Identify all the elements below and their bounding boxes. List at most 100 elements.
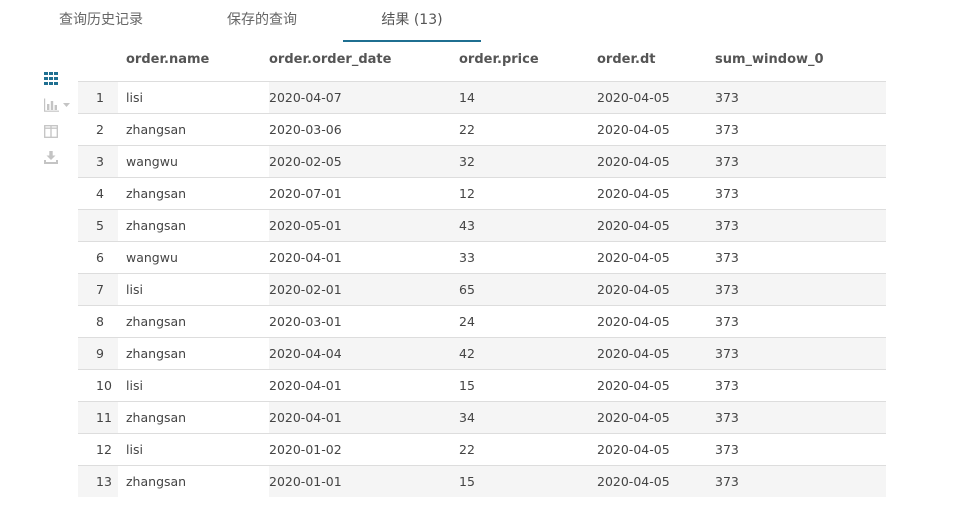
sum-window-cell[interactable]: 373 [715, 434, 865, 465]
name-value: lisi [126, 282, 143, 297]
name-cell[interactable]: zhangsan [118, 306, 269, 337]
name-cell[interactable]: lisi [118, 370, 269, 401]
sum-window-cell[interactable]: 373 [715, 338, 865, 369]
dt-cell[interactable]: 2020-04-05 [597, 306, 715, 337]
table-row[interactable]: 8 zhangsan 2020-03-01 24 2020-04-05 373 [78, 306, 886, 338]
tab-saved-queries[interactable]: 保存的查询 [206, 0, 318, 40]
sum-window-cell[interactable]: 373 [715, 242, 865, 273]
columns-button[interactable] [36, 122, 76, 144]
table-row[interactable]: 4 zhangsan 2020-07-01 12 2020-04-05 373 [78, 178, 886, 210]
dt-cell[interactable]: 2020-04-05 [597, 146, 715, 177]
column-header-dt[interactable]: order.dt [597, 40, 715, 81]
dt-cell[interactable]: 2020-04-05 [597, 242, 715, 273]
table-row[interactable]: 11 zhangsan 2020-04-01 34 2020-04-05 373 [78, 402, 886, 434]
download-icon [44, 151, 58, 164]
name-cell[interactable]: wangwu [118, 146, 269, 177]
table-row[interactable]: 12 lisi 2020-01-02 22 2020-04-05 373 [78, 434, 886, 466]
name-cell[interactable]: lisi [118, 434, 269, 465]
price-cell[interactable]: 34 [459, 402, 597, 433]
name-value: zhangsan [126, 122, 187, 137]
order-date-cell[interactable]: 2020-03-06 [269, 114, 459, 145]
dt-cell[interactable]: 2020-04-05 [597, 338, 715, 369]
table-row[interactable]: 7 lisi 2020-02-01 65 2020-04-05 373 [78, 274, 886, 306]
order-date-cell[interactable]: 2020-04-01 [269, 370, 459, 401]
sum-window-cell[interactable]: 373 [715, 306, 865, 337]
name-cell[interactable]: zhangsan [118, 402, 269, 433]
price-cell[interactable]: 12 [459, 178, 597, 209]
tab-query-history[interactable]: 查询历史记录 [42, 0, 160, 40]
name-value: lisi [126, 442, 143, 457]
dt-cell[interactable]: 2020-04-05 [597, 114, 715, 145]
table-row[interactable]: 6 wangwu 2020-04-01 33 2020-04-05 373 [78, 242, 886, 274]
table-row[interactable]: 3 wangwu 2020-02-05 32 2020-04-05 373 [78, 146, 886, 178]
sum-window-cell[interactable]: 373 [715, 466, 865, 497]
sum-window-cell[interactable]: 373 [715, 370, 865, 401]
name-value: zhangsan [126, 410, 187, 425]
name-cell[interactable]: zhangsan [118, 466, 269, 497]
sum-window-cell[interactable]: 373 [715, 274, 865, 305]
price-cell[interactable]: 22 [459, 114, 597, 145]
dt-cell[interactable]: 2020-04-05 [597, 434, 715, 465]
order-date-cell[interactable]: 2020-04-07 [269, 82, 459, 113]
order-date-cell[interactable]: 2020-05-01 [269, 210, 459, 241]
price-cell[interactable]: 15 [459, 370, 597, 401]
price-cell[interactable]: 14 [459, 82, 597, 113]
order-date-cell[interactable]: 2020-02-01 [269, 274, 459, 305]
order-date-cell[interactable]: 2020-04-01 [269, 402, 459, 433]
order-date-cell[interactable]: 2020-02-05 [269, 146, 459, 177]
name-cell[interactable]: zhangsan [118, 114, 269, 145]
dt-cell[interactable]: 2020-04-05 [597, 370, 715, 401]
name-cell[interactable]: lisi [118, 82, 269, 113]
sum-window-cell[interactable]: 373 [715, 146, 865, 177]
sum-window-cell[interactable]: 373 [715, 210, 865, 241]
column-header-order-date[interactable]: order.order_date [269, 40, 459, 81]
dt-cell[interactable]: 2020-04-05 [597, 210, 715, 241]
name-cell[interactable]: zhangsan [118, 178, 269, 209]
dt-cell[interactable]: 2020-04-05 [597, 82, 715, 113]
table-body: 1 lisi 2020-04-07 14 2020-04-05 373 2 zhangsan 2… [78, 82, 886, 497]
column-header-name[interactable]: order.name [126, 40, 269, 81]
name-cell[interactable]: zhangsan [118, 210, 269, 241]
sum-window-cell[interactable]: 373 [715, 178, 865, 209]
table-row[interactable]: 10 lisi 2020-04-01 15 2020-04-05 373 [78, 370, 886, 402]
name-cell[interactable]: wangwu [118, 242, 269, 273]
order-date-cell[interactable]: 2020-07-01 [269, 178, 459, 209]
price-cell[interactable]: 42 [459, 338, 597, 369]
name-value: zhangsan [126, 346, 187, 361]
sum-window-cell[interactable]: 373 [715, 82, 865, 113]
price-cell[interactable]: 15 [459, 466, 597, 497]
name-value: zhangsan [126, 314, 187, 329]
name-cell[interactable]: lisi [118, 274, 269, 305]
order-date-cell[interactable]: 2020-04-04 [269, 338, 459, 369]
name-cell[interactable]: zhangsan [118, 338, 269, 369]
dt-cell[interactable]: 2020-04-05 [597, 466, 715, 497]
table-row[interactable]: 9 zhangsan 2020-04-04 42 2020-04-05 373 [78, 338, 886, 370]
grid-view-button[interactable] [36, 69, 76, 91]
dt-cell[interactable]: 2020-04-05 [597, 178, 715, 209]
table-row[interactable]: 1 lisi 2020-04-07 14 2020-04-05 373 [78, 82, 886, 114]
sum-window-cell[interactable]: 373 [715, 114, 865, 145]
column-header-sum-window[interactable]: sum_window_0 [715, 40, 865, 81]
results-table: order.name order.order_date order.price … [78, 40, 886, 497]
price-cell[interactable]: 32 [459, 146, 597, 177]
price-cell[interactable]: 22 [459, 434, 597, 465]
dt-cell[interactable]: 2020-04-05 [597, 274, 715, 305]
chart-view-button[interactable] [36, 95, 76, 117]
price-cell[interactable]: 24 [459, 306, 597, 337]
price-cell[interactable]: 43 [459, 210, 597, 241]
name-value: zhangsan [126, 474, 187, 489]
table-row[interactable]: 5 zhangsan 2020-05-01 43 2020-04-05 373 [78, 210, 886, 242]
dt-cell[interactable]: 2020-04-05 [597, 402, 715, 433]
order-date-cell[interactable]: 2020-01-01 [269, 466, 459, 497]
table-row[interactable]: 2 zhangsan 2020-03-06 22 2020-04-05 373 [78, 114, 886, 146]
order-date-cell[interactable]: 2020-03-01 [269, 306, 459, 337]
price-cell[interactable]: 65 [459, 274, 597, 305]
order-date-cell[interactable]: 2020-01-02 [269, 434, 459, 465]
tab-results[interactable]: 结果 (13) [343, 0, 481, 42]
table-row[interactable]: 13 zhangsan 2020-01-01 15 2020-04-05 373 [78, 466, 886, 497]
order-date-cell[interactable]: 2020-04-01 [269, 242, 459, 273]
column-header-price[interactable]: order.price [459, 40, 597, 81]
sum-window-cell[interactable]: 373 [715, 402, 865, 433]
download-button[interactable] [36, 148, 76, 170]
price-cell[interactable]: 33 [459, 242, 597, 273]
